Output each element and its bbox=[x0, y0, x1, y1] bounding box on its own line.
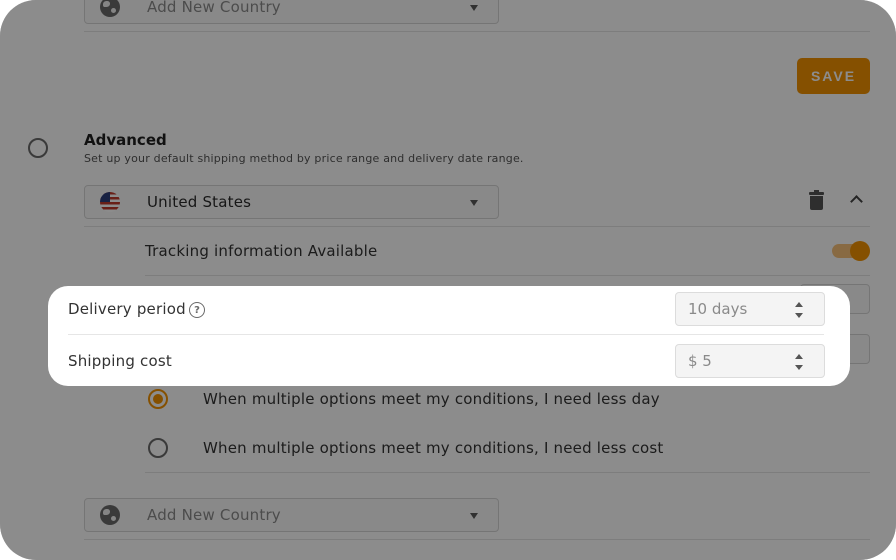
dim-overlay bbox=[0, 0, 896, 560]
shipping-cost-label: Shipping cost bbox=[68, 352, 172, 370]
highlighted-shipping-card: Delivery period ? 10 days Shipping cost … bbox=[48, 286, 850, 386]
stepper-arrows-icon[interactable] bbox=[795, 302, 804, 318]
screen-frame: Add New Country SAVE Advanced Set up you… bbox=[0, 0, 896, 560]
help-icon[interactable]: ? bbox=[189, 302, 205, 318]
delivery-period-label: Delivery period bbox=[68, 300, 186, 318]
stepper-arrows-icon[interactable] bbox=[795, 354, 804, 370]
divider bbox=[68, 334, 824, 335]
delivery-period-stepper[interactable]: 10 days bbox=[675, 292, 825, 326]
delivery-period-value: 10 days bbox=[688, 300, 748, 318]
shipping-cost-value: $ 5 bbox=[688, 352, 712, 370]
shipping-cost-stepper[interactable]: $ 5 bbox=[675, 344, 825, 378]
